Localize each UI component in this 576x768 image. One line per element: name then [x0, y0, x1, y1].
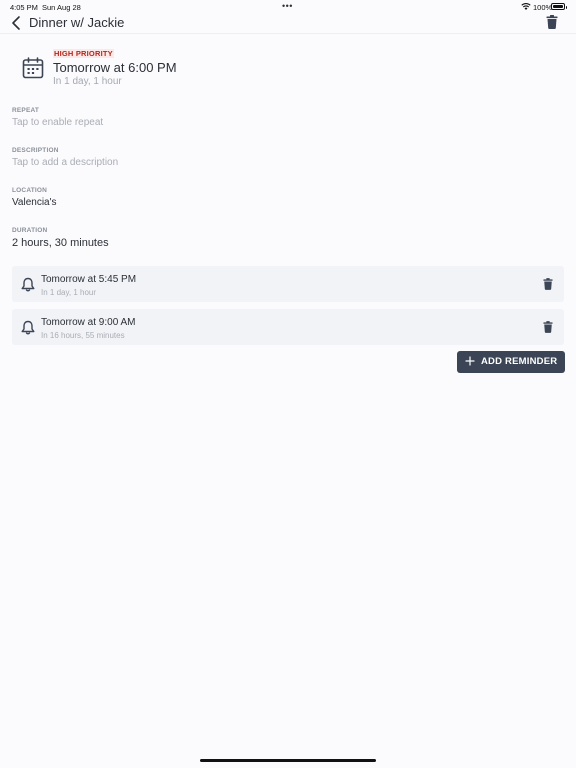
trash-icon[interactable] [543, 278, 553, 290]
add-reminder-button[interactable]: ADD REMINDER [457, 351, 565, 373]
bell-icon [21, 320, 35, 335]
priority-badge[interactable]: HIGH PRIORITY [53, 49, 114, 58]
reminder-relative-time: In 1 day, 1 hour [41, 288, 96, 297]
status-time: 4:05 PM [10, 3, 38, 12]
wifi-icon [521, 3, 531, 10]
bell-icon [21, 277, 35, 292]
reminder-time: Tomorrow at 9:00 AM [41, 317, 136, 328]
repeat-field[interactable]: REPEAT Tap to enable repeat [12, 107, 552, 128]
page-title: Dinner w/ Jackie [29, 15, 125, 30]
repeat-label: REPEAT [12, 107, 40, 114]
location-field[interactable]: LOCATION Valencia's [12, 187, 552, 208]
multitasking-dots[interactable]: ••• [282, 1, 293, 11]
reminder-relative-time: In 16 hours, 55 minutes [41, 331, 125, 340]
event-header[interactable]: HIGH PRIORITY Tomorrow at 6:00 PM In 1 d… [22, 48, 542, 92]
event-relative-time: In 1 day, 1 hour [53, 76, 122, 87]
plus-icon [465, 356, 475, 366]
trash-icon[interactable] [546, 15, 558, 29]
event-time[interactable]: Tomorrow at 6:00 PM [53, 60, 177, 75]
calendar-icon [22, 57, 44, 79]
reminder-time: Tomorrow at 5:45 PM [41, 274, 137, 285]
reminder-item[interactable]: Tomorrow at 5:45 PM In 1 day, 1 hour [12, 266, 564, 302]
trash-icon[interactable] [543, 321, 553, 333]
description-value[interactable]: Tap to add a description [12, 157, 552, 168]
navigation-bar: Dinner w/ Jackie [0, 12, 576, 34]
status-date: Sun Aug 28 [42, 3, 81, 12]
battery-icon [551, 3, 567, 10]
duration-label: DURATION [12, 227, 48, 234]
back-chevron-icon[interactable] [10, 15, 24, 31]
description-field[interactable]: DESCRIPTION Tap to add a description [12, 147, 552, 168]
duration-field[interactable]: DURATION 2 hours, 30 minutes [12, 227, 552, 249]
home-indicator[interactable] [200, 759, 376, 762]
duration-value[interactable]: 2 hours, 30 minutes [12, 237, 552, 249]
add-reminder-label: ADD REMINDER [481, 356, 558, 367]
battery-percent: 100% [533, 3, 553, 12]
reminder-item[interactable]: Tomorrow at 9:00 AM In 16 hours, 55 minu… [12, 309, 564, 345]
repeat-value[interactable]: Tap to enable repeat [12, 117, 552, 128]
description-label: DESCRIPTION [12, 147, 59, 154]
location-label: LOCATION [12, 187, 48, 194]
location-value[interactable]: Valencia's [12, 197, 552, 208]
